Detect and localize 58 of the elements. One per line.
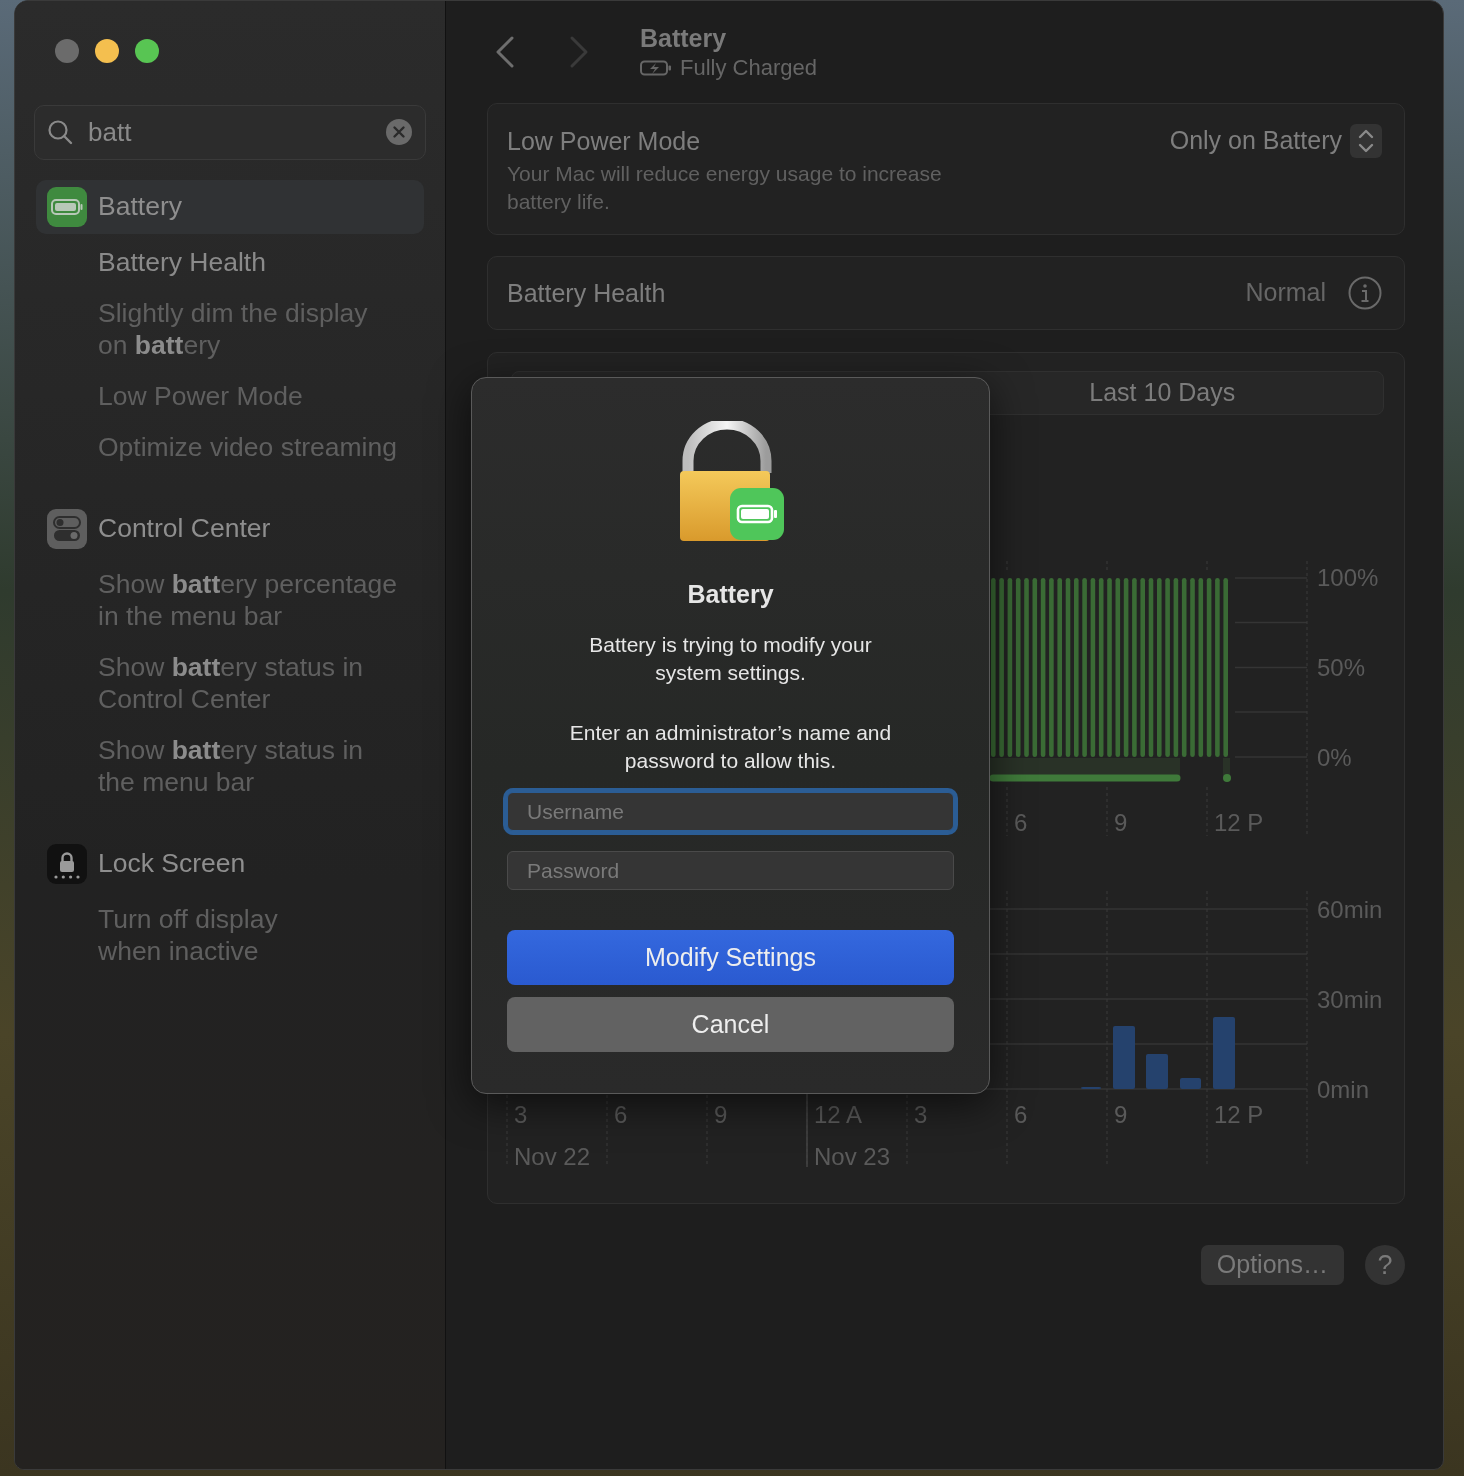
axis-label: 100% bbox=[1317, 564, 1379, 591]
axis-label: 6 bbox=[1014, 1101, 1028, 1128]
options-button[interactable]: Options… bbox=[1200, 1245, 1344, 1285]
axis-label: 9 bbox=[1114, 809, 1128, 836]
search-result[interactable]: Slightly dim the display on battery bbox=[36, 297, 424, 361]
date-label: Nov 22 bbox=[514, 1143, 591, 1170]
search-icon bbox=[47, 119, 73, 145]
search-result[interactable]: Show battery status in the menu bar bbox=[36, 734, 424, 798]
charge-status: Fully Charged bbox=[680, 54, 817, 82]
axis-label: 30min bbox=[1317, 986, 1383, 1013]
search-result[interactable]: Battery Health bbox=[36, 246, 424, 278]
screen-usage-bar bbox=[1213, 1017, 1235, 1089]
dialog-prompt: Enter an administrator’s name and password to allow this. bbox=[568, 720, 893, 774]
search-result[interactable]: Show battery status in Control Center bbox=[36, 651, 424, 715]
search-result[interactable]: Optimize video streaming bbox=[36, 431, 424, 463]
stepper-icon bbox=[1350, 124, 1382, 158]
low-power-popup[interactable]: Only on Battery bbox=[1169, 122, 1382, 160]
zoom-button[interactable] bbox=[135, 39, 159, 63]
screen-usage-bar bbox=[1113, 1026, 1135, 1089]
search-result[interactable]: Turn off display when inactive bbox=[36, 903, 424, 967]
page-title: Battery bbox=[640, 23, 728, 53]
setting-label: Battery Health bbox=[507, 278, 666, 309]
axis-label: 50% bbox=[1317, 654, 1366, 681]
sidebar-item[interactable]: Battery bbox=[36, 180, 424, 234]
close-button[interactable] bbox=[55, 39, 79, 63]
date-label: Nov 23 bbox=[814, 1143, 891, 1170]
sidebar-item[interactable]: Lock Screen bbox=[36, 837, 424, 891]
password-field[interactable]: Password bbox=[507, 851, 954, 890]
minimize-button[interactable] bbox=[95, 39, 119, 63]
search-result[interactable]: Show battery percentage in the menu bar bbox=[36, 568, 424, 632]
setting-label: Low Power Mode bbox=[507, 126, 702, 157]
axis-label: 0min bbox=[1317, 1076, 1370, 1103]
axis-label: 12 P bbox=[1214, 809, 1264, 836]
axis-label: 60min bbox=[1317, 896, 1383, 923]
screen-usage-bar bbox=[1146, 1054, 1168, 1089]
health-value: Normal bbox=[1245, 277, 1326, 309]
lock-icon bbox=[47, 844, 87, 884]
info-icon[interactable] bbox=[1348, 276, 1382, 310]
toggles-icon bbox=[47, 509, 87, 549]
axis-label: 0% bbox=[1317, 744, 1352, 771]
sidebar-item[interactable]: Control Center bbox=[36, 502, 424, 556]
range-tab[interactable]: Last 10 Days bbox=[941, 372, 1383, 414]
battery-icon bbox=[47, 187, 87, 227]
setting-description: Your Mac will reduce energy usage to increase battery life. bbox=[507, 161, 942, 215]
username-field[interactable]: Username bbox=[507, 792, 954, 831]
axis-label: 12 P bbox=[1214, 1101, 1264, 1128]
help-button[interactable]: ? bbox=[1365, 1245, 1405, 1285]
cancel-button[interactable]: Cancel bbox=[507, 997, 954, 1052]
search-result[interactable]: Low Power Mode bbox=[36, 380, 424, 412]
lock-battery-icon bbox=[677, 421, 784, 543]
search-field[interactable]: batt bbox=[34, 105, 426, 160]
modify-settings-button[interactable]: Modify Settings bbox=[507, 930, 954, 985]
clear-icon[interactable] bbox=[386, 119, 412, 145]
battery-charging-icon bbox=[640, 60, 672, 76]
dialog-title: Battery bbox=[686, 579, 775, 609]
dialog-message: Battery is trying to modify your system settings. bbox=[588, 632, 873, 686]
screen-usage-bar bbox=[1180, 1078, 1201, 1089]
axis-label: 9 bbox=[1114, 1101, 1128, 1128]
